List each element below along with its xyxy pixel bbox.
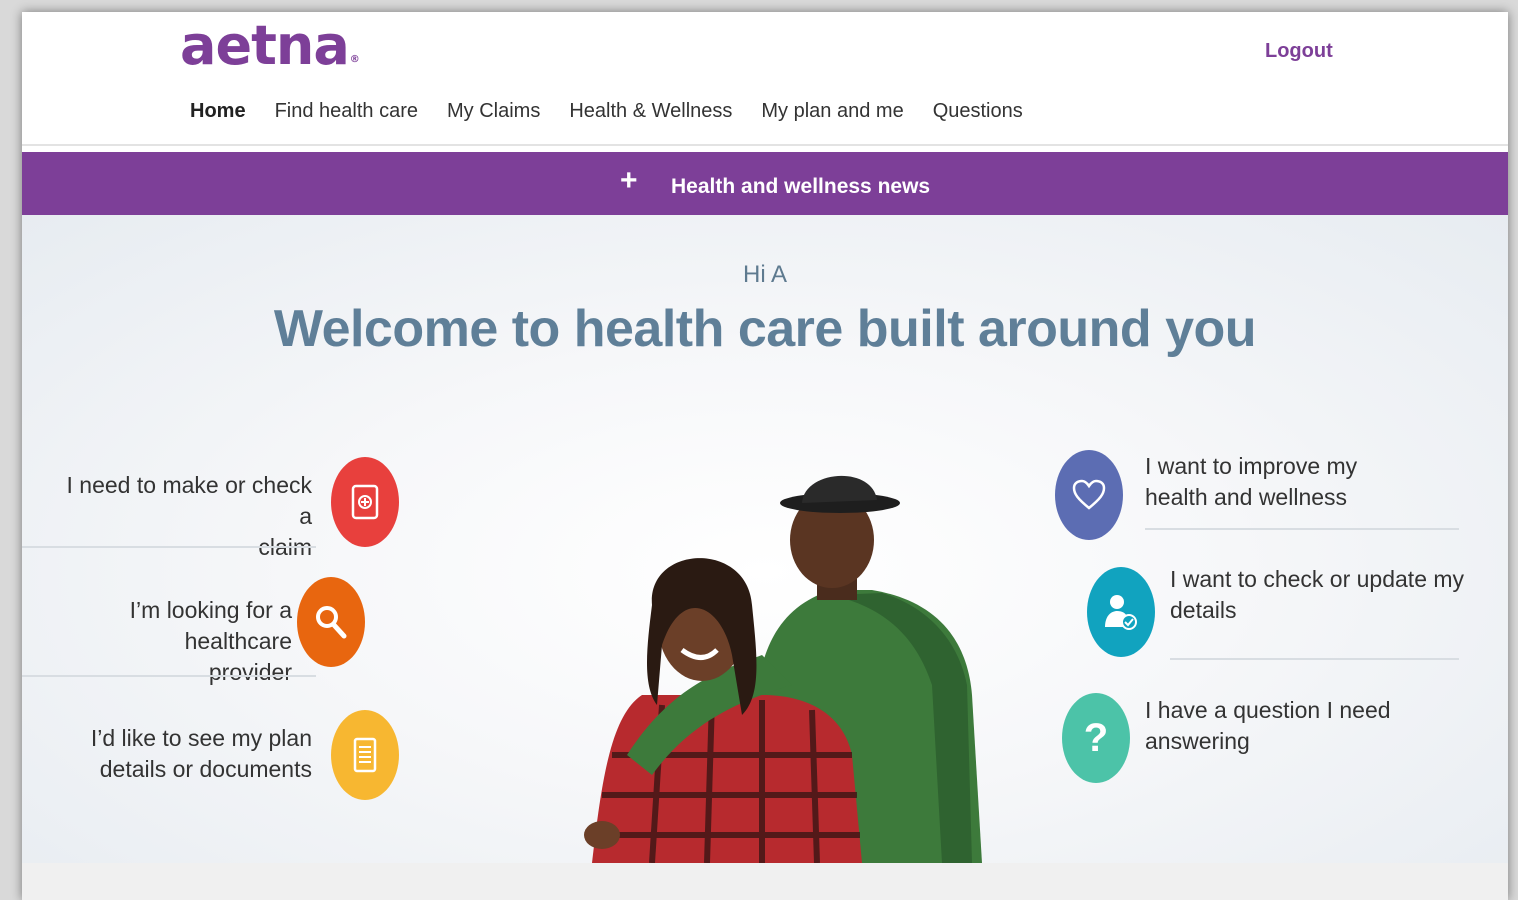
banner-text: Health and wellness news — [671, 175, 931, 198]
search-icon — [297, 577, 365, 667]
option-divider — [22, 546, 316, 548]
couple-photo — [584, 475, 982, 863]
heart-icon — [1055, 450, 1123, 540]
nav-my-claims[interactable]: My Claims — [447, 100, 540, 123]
option-divider — [22, 675, 316, 677]
option-divider — [1170, 658, 1459, 660]
option-text-line1: I’d like to see my plan — [90, 725, 312, 751]
greeting: Hi A — [742, 261, 787, 288]
browser-frame: aetna® Logout Home Find health care My C… — [22, 12, 1508, 900]
question-icon: ? — [1062, 693, 1130, 783]
document-icon — [331, 710, 399, 800]
option-text-line2: details — [1170, 597, 1237, 623]
nav-health-wellness[interactable]: Health & Wellness — [569, 100, 732, 123]
option-text-line1: I want to improve my — [1145, 453, 1358, 479]
option-text-line2: details or documents — [99, 756, 312, 782]
main-nav: Home Find health care My Claims Health &… — [190, 100, 1052, 123]
option-text-line1: I need to make or check a — [66, 472, 312, 529]
logout-link[interactable]: Logout — [1265, 40, 1333, 63]
option-text-line2: answering — [1145, 728, 1250, 754]
option-text-line2: health and wellness — [1145, 484, 1348, 510]
aetna-logo[interactable]: aetna® — [180, 16, 360, 76]
option-text-line1: I want to check or update my — [1170, 566, 1465, 592]
footer-strip — [22, 863, 1508, 900]
nav-find-health-care[interactable]: Find health care — [275, 100, 418, 123]
option-divider — [1145, 528, 1459, 530]
nav-home[interactable]: Home — [190, 100, 246, 123]
plus-icon: + — [620, 164, 638, 197]
health-news-banner[interactable]: + Health and wellness news — [22, 152, 1508, 215]
hero-section: Hi A Welcome to health care built around… — [22, 215, 1508, 863]
claim-icon — [331, 457, 399, 547]
page-title: Welcome to health care built around you — [273, 300, 1257, 358]
option-text-line1: I have a question I need — [1145, 697, 1391, 723]
header-divider — [22, 144, 1508, 146]
option-text-line1: I’m looking for a healthcare — [129, 597, 292, 654]
nav-questions[interactable]: Questions — [933, 100, 1023, 123]
nav-my-plan[interactable]: My plan and me — [761, 100, 903, 123]
option-text-line2: provider — [208, 659, 292, 685]
user-check-icon — [1087, 567, 1155, 657]
